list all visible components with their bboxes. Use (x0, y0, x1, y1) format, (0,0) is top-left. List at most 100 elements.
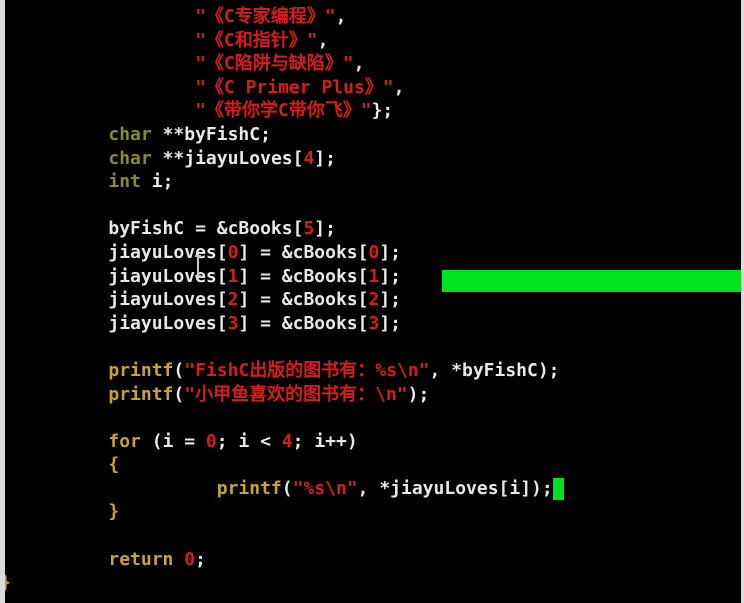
code-line[interactable]: } (0, 571, 744, 595)
code-token: 4 (281, 430, 293, 452)
code-line[interactable]: "《C Primer Plus》", (0, 76, 744, 100)
code-line[interactable]: byFishC = &cBooks[5]; (0, 217, 744, 241)
code-token: 2 (368, 289, 380, 311)
code-token: jiayuLoves[ (108, 289, 228, 311)
code-line[interactable] (0, 335, 744, 359)
code-line[interactable]: "《C专家编程》", (0, 5, 744, 29)
code-line[interactable]: jiayuLoves[0] = &cBooks[0]; (0, 241, 744, 265)
code-token: ] = &cBooks[ (238, 289, 369, 311)
code-token: , *jiayuLoves[i]); (357, 477, 553, 499)
code-line[interactable]: for (i = 0; i < 4; i++) (0, 430, 744, 454)
code-token: ]; (379, 265, 402, 287)
code-token: jiayuLoves[ (108, 241, 228, 263)
code-line[interactable]: printf("%s\n", *jiayuLoves[i]); (0, 477, 744, 501)
code-token: ; i++) (292, 430, 358, 452)
code-line[interactable] (0, 194, 744, 218)
code-line[interactable]: printf("FishC出版的图书有：%s\n", *byFishC); (0, 359, 744, 383)
code-line[interactable]: printf("小甲鱼喜欢的图书有：\n"); (0, 383, 744, 407)
code-token: 0 (205, 430, 217, 452)
code-token: return (108, 548, 174, 570)
code-editor[interactable]: "《C专家编程》", "《C和指针》", "《C陷阱与缺陷》", "《C Pri… (0, 5, 744, 595)
code-token: 3 (227, 312, 239, 334)
code-line[interactable]: "《C和指针》", (0, 29, 744, 53)
code-token: char (108, 123, 152, 145)
block-cursor (552, 477, 564, 500)
code-token: for (108, 430, 141, 452)
code-token: ]; (379, 312, 402, 334)
code-token: ]; (314, 218, 336, 240)
code-token: i; (140, 171, 174, 193)
code-line[interactable]: int i; (0, 170, 744, 194)
code-line[interactable]: { (0, 453, 744, 477)
code-line[interactable] (0, 406, 744, 430)
code-token: (i = (140, 430, 206, 452)
highlight-bar (442, 270, 744, 292)
code-line[interactable]: char **jiayuLoves[4]; (0, 147, 744, 171)
code-token: , (393, 76, 405, 98)
code-token: ]; (379, 289, 402, 311)
code-token: jiayuLoves[ (108, 312, 228, 334)
code-token: ] = &cBooks[ (238, 265, 369, 287)
code-line[interactable]: "《带你学C带你飞》"}; (0, 99, 744, 123)
code-token: 4 (303, 147, 315, 169)
code-token: "《C和指针》" (195, 29, 318, 51)
code-line[interactable]: "《C陷阱与缺陷》", (0, 52, 744, 76)
code-token: ]; (314, 147, 336, 169)
code-line[interactable]: jiayuLoves[3] = &cBooks[3]; (0, 312, 744, 336)
code-token: ]; (379, 241, 402, 263)
code-token: 0 (227, 241, 239, 263)
code-token: , *byFishC); (429, 359, 560, 381)
code-token: "《C Primer Plus》" (195, 76, 394, 98)
code-token: **jiayuLoves[ (151, 147, 304, 169)
code-token: 2 (227, 289, 239, 311)
terminal-window[interactable]: "《C专家编程》", "《C和指针》", "《C陷阱与缺陷》", "《C Pri… (0, 0, 744, 603)
code-line[interactable]: } (0, 500, 744, 524)
code-token: **byFishC; (151, 123, 271, 145)
code-token: 0 (184, 548, 196, 570)
code-token: ( (173, 359, 185, 381)
code-token: "《带你学C带你飞》" (195, 100, 372, 122)
code-token: , (317, 29, 329, 51)
code-token: ] = &cBooks[ (238, 312, 369, 334)
code-token: ; (195, 548, 206, 570)
code-line[interactable]: return 0; (0, 548, 744, 572)
code-line[interactable] (0, 524, 744, 548)
code-token: "《C陷阱与缺陷》" (195, 53, 354, 75)
code-token: { (108, 454, 120, 476)
code-token: int (108, 171, 141, 193)
code-token: printf (108, 359, 174, 381)
code-token: "小甲鱼喜欢的图书有：\n" (184, 383, 408, 405)
code-token: 3 (368, 312, 380, 334)
code-token: ( (173, 383, 185, 405)
code-token: } (108, 501, 120, 523)
text-cursor-ibeam-icon (195, 255, 201, 277)
code-token: ); (407, 383, 430, 405)
code-token: "%s\n" (292, 477, 358, 499)
code-token: 0 (368, 241, 380, 263)
code-token: jiayuLoves[ (108, 265, 228, 287)
code-line[interactable]: char **byFishC; (0, 123, 744, 147)
code-token: 5 (303, 218, 315, 240)
code-token: printf (108, 383, 174, 405)
code-token: byFishC = &cBooks[ (108, 218, 304, 240)
code-token: "FishC出版的图书有：%s\n" (184, 359, 430, 381)
code-token: , (353, 53, 365, 75)
